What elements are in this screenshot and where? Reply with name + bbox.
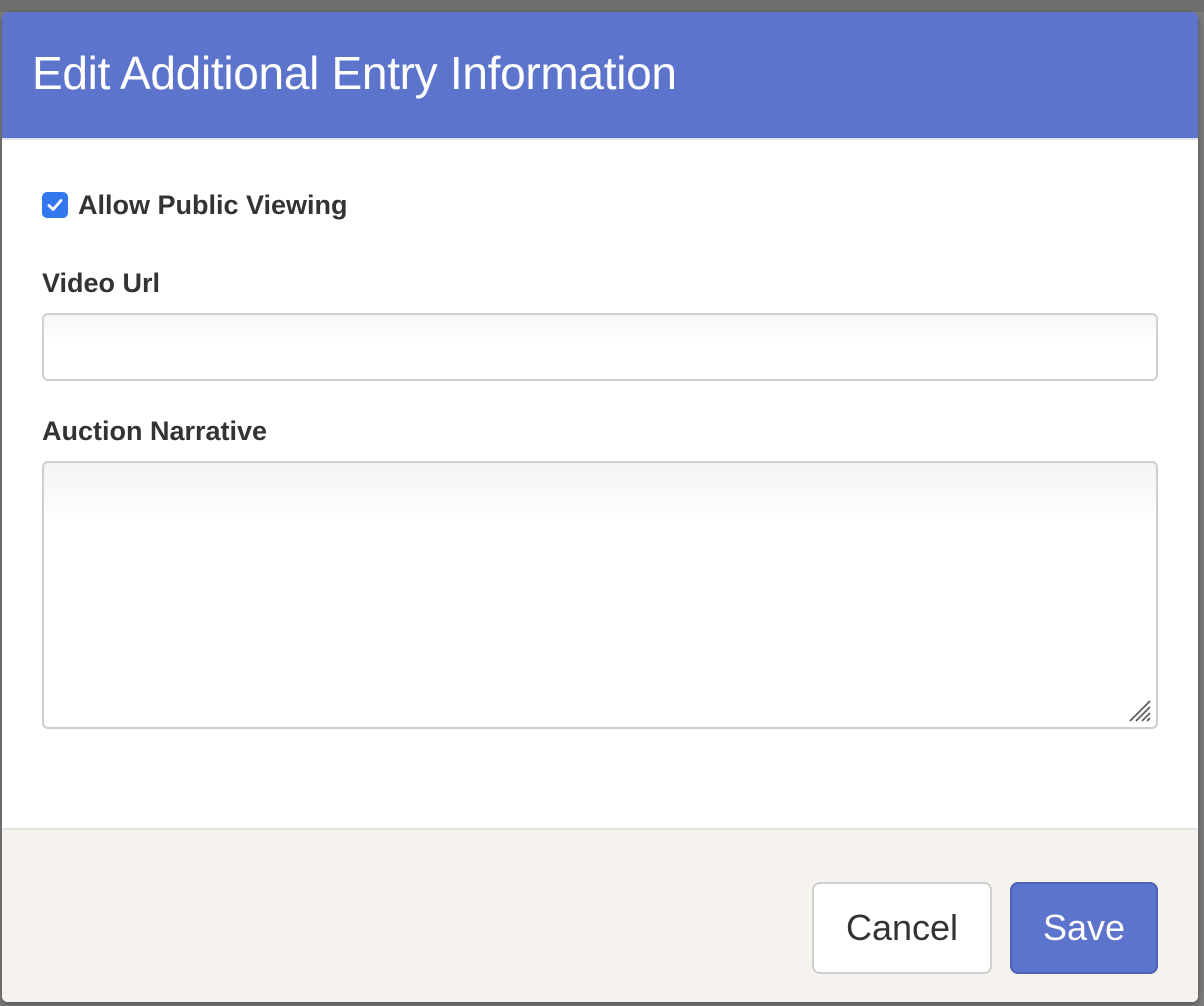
modal-body: Allow Public Viewing Video Url Auction N…: [2, 140, 1198, 830]
resize-handle-icon[interactable]: [1126, 697, 1152, 723]
auction-narrative-label: Auction Narrative: [42, 416, 268, 446]
check-icon: [47, 199, 63, 211]
allow-public-viewing-label[interactable]: Allow Public Viewing: [78, 190, 348, 221]
edit-entry-modal: Edit Additional Entry Information Allow …: [2, 12, 1198, 1002]
modal-header: Edit Additional Entry Information: [2, 12, 1198, 140]
auction-narrative-textarea[interactable]: [44, 463, 1156, 727]
video-url-label: Video Url: [42, 268, 161, 298]
allow-public-viewing-checkbox[interactable]: [42, 192, 68, 218]
allow-public-viewing-row[interactable]: Allow Public Viewing: [42, 190, 348, 220]
background-page: [0, 0, 1204, 12]
modal-title: Edit Additional Entry Information: [32, 47, 677, 99]
save-button[interactable]: Save: [1010, 882, 1158, 974]
video-url-input[interactable]: [42, 313, 1158, 381]
cancel-button[interactable]: Cancel: [812, 882, 992, 974]
modal-footer: Cancel Save: [2, 828, 1198, 1002]
auction-narrative-field[interactable]: [42, 461, 1158, 729]
